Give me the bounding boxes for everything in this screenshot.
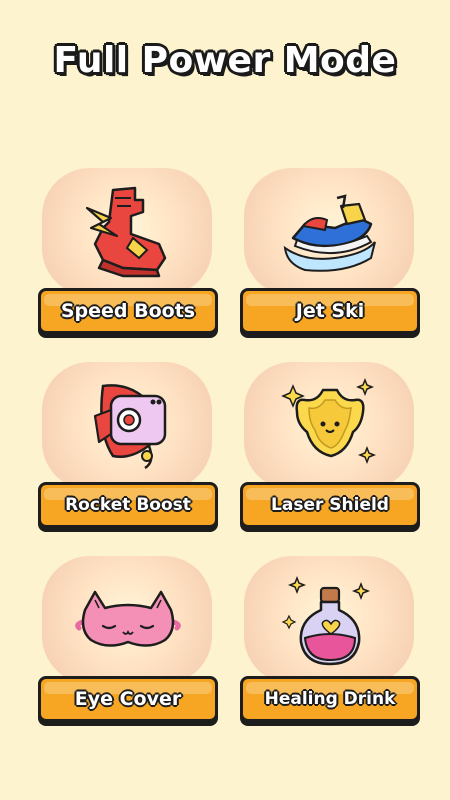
jet-ski-icon: [283, 194, 376, 272]
power-card-eye-cover[interactable]: Eye Cover: [38, 556, 222, 726]
rocket-icon: [93, 384, 167, 470]
page-title: Full Power Mode: [53, 40, 397, 81]
rocket-boost-button[interactable]: Rocket Boost: [38, 482, 218, 528]
healing-drink-button[interactable]: Healing Drink: [240, 676, 420, 722]
shield-icon: [281, 377, 377, 465]
eye-cover-button[interactable]: Eye Cover: [38, 676, 218, 722]
power-card-laser-shield[interactable]: Laser Shield: [240, 362, 424, 532]
power-card-healing-drink[interactable]: Healing Drink: [240, 556, 424, 726]
power-card-rocket-boost[interactable]: Rocket Boost: [38, 362, 222, 532]
speed-boots-icon: [85, 186, 167, 278]
power-card-speed-boots[interactable]: Speed Boots: [38, 168, 222, 338]
eye-mask-icon: [75, 590, 181, 647]
jet-ski-button[interactable]: Jet Ski: [240, 288, 420, 334]
laser-shield-button[interactable]: Laser Shield: [240, 482, 420, 528]
speed-boots-button[interactable]: Speed Boots: [38, 288, 218, 334]
power-card-jet-ski[interactable]: Jet Ski: [240, 168, 424, 338]
potion-icon: [281, 575, 371, 666]
